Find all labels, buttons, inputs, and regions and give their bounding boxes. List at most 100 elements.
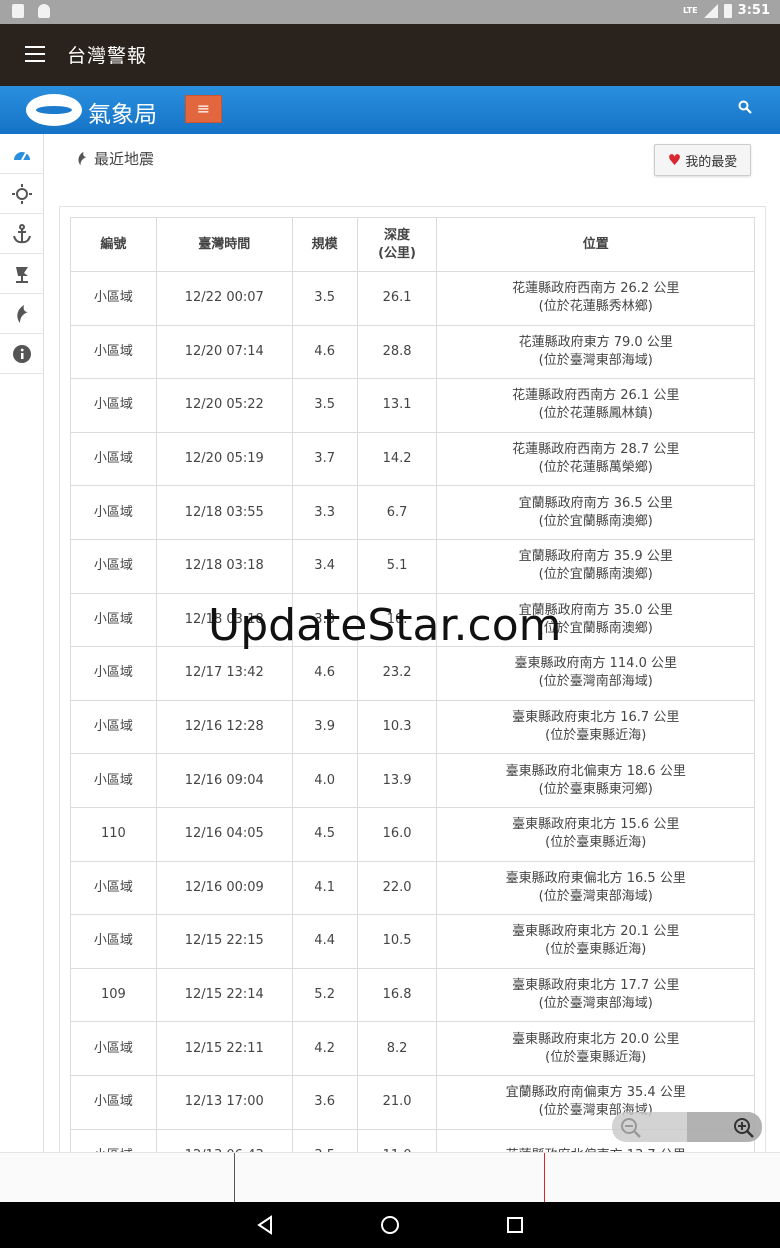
rail-typhoon[interactable] — [0, 254, 44, 294]
rail-earthquake[interactable] — [0, 294, 44, 334]
battery-icon — [723, 3, 732, 18]
cell-magnitude: 4.6 — [291, 646, 358, 701]
table-row[interactable]: 小區域 12/16 00:09 4.1 22.0 臺東縣政府東偏北方 16.5 公里 (位… — [70, 860, 755, 916]
location-description: 臺東縣政府南方 114.0 公里 — [514, 656, 677, 672]
location-description: 臺東縣政府東偏北方 16.5 公里 — [505, 870, 686, 886]
rail-dashboard[interactable] — [0, 134, 44, 174]
site-menu-button[interactable]: ≡ — [185, 95, 222, 123]
location-description: 花蓮縣政府西南方 26.2 公里 — [512, 281, 680, 297]
cell-id: 109 — [70, 967, 157, 1023]
table-row[interactable]: 110 12/16 04:05 4.5 16.0 臺東縣政府東北方 15.6 公里 (位於… — [70, 806, 755, 862]
cell-depth: 28.8 — [356, 324, 438, 380]
rail-weather[interactable] — [0, 174, 44, 214]
table-row[interactable]: 小區域 12/20 05:19 3.7 14.2 花蓮縣政府西南方 28.7 公里 (位於… — [70, 431, 755, 487]
cell-magnitude: 3.3 — [291, 485, 358, 540]
location-area: (位於宜蘭縣南澳鄉) — [538, 567, 653, 583]
col-header-id: 編號 — [70, 217, 157, 272]
cwb-logo-icon[interactable] — [26, 94, 82, 126]
cell-depth: 13.9 — [356, 753, 438, 808]
cell-time: 12/16 12:28 — [155, 699, 293, 755]
table-row[interactable]: 小區域 12/20 07:14 4.6 28.8 花蓮縣政府東方 79.0 公里 (位於臺… — [70, 324, 755, 380]
cell-magnitude: 5.2 — [291, 967, 358, 1023]
cell-time: 12/20 07:14 — [155, 324, 293, 380]
dashboard-icon — [14, 151, 30, 160]
status-bar: LTE 3:51 — [0, 0, 780, 24]
table-row[interactable]: 小區域 12/22 00:07 3.5 26.1 花蓮縣政府西南方 26.2 公里 (位於… — [70, 271, 755, 326]
signal-icon — [703, 3, 718, 18]
earthquake-icon — [17, 304, 28, 323]
cell-depth: 14.2 — [356, 431, 438, 487]
cell-magnitude: 3.5 — [291, 271, 358, 326]
cell-id: 110 — [70, 806, 157, 862]
back-icon[interactable] — [255, 1215, 275, 1235]
site-logo-text[interactable]: 氣象局 — [88, 95, 157, 129]
location-area: (位於臺東縣東河鄉) — [538, 781, 653, 797]
table-row[interactable]: 小區域 12/15 22:11 4.2 8.2 臺東縣政府東北方 20.0 公里 (位於臺… — [70, 1021, 755, 1076]
cell-time: 12/15 22:11 — [155, 1021, 293, 1076]
cell-time: 12/20 05:22 — [155, 378, 293, 433]
table-row[interactable]: 小區域 12/20 05:22 3.5 13.1 花蓮縣政府西南方 26.1 公里 (位於… — [70, 378, 755, 433]
cell-time: 12/13 06:43 — [155, 1128, 293, 1152]
cell-magnitude: 4.1 — [291, 860, 358, 916]
location-area: (位於花蓮縣秀林鄉) — [538, 299, 653, 315]
search-icon[interactable] — [738, 100, 752, 114]
cell-id: 小區域 — [70, 271, 157, 326]
zoom-in-button[interactable] — [687, 1112, 762, 1142]
location-description: 臺東縣政府東北方 15.6 公里 — [512, 817, 680, 833]
zoom-in-icon — [734, 1118, 754, 1138]
col-header-magnitude: 規模 — [291, 217, 358, 272]
cell-id: 小區域 — [70, 1021, 157, 1076]
rail-info[interactable] — [0, 334, 44, 374]
cell-depth: 23.2 — [356, 646, 438, 701]
cell-location: 宜蘭縣政府南方 36.5 公里 (位於宜蘭縣南澳鄉) — [436, 485, 755, 540]
strip-divider — [234, 1153, 235, 1203]
zoom-out-icon — [621, 1118, 641, 1138]
table-row[interactable]: 小區域 12/18 03:55 3.3 6.7 宜蘭縣政府南方 36.5 公里 (位於宜蘭… — [70, 485, 755, 540]
cell-location: 花蓮縣政府西南方 26.2 公里 (位於花蓮縣秀林鄉) — [436, 271, 755, 326]
cell-id: 小區域 — [70, 431, 157, 487]
earthquake-table-panel: 編號 臺灣時間 規模 深度 (公里) 位置 小區域 12/22 00:07 3.5 26… — [59, 206, 766, 1152]
location-description: 花蓮縣政府西南方 26.1 公里 — [512, 388, 680, 404]
cell-depth: 5.1 — [356, 538, 438, 594]
cell-time: 12/16 09:04 — [155, 753, 293, 808]
cell-magnitude: 3.9 — [291, 699, 358, 755]
location-description: 臺東縣政府北偏東方 18.6 公里 — [505, 763, 686, 779]
cell-depth: 22.0 — [356, 860, 438, 916]
cell-location: 臺東縣政府北偏東方 18.6 公里 (位於臺東縣東河鄉) — [436, 753, 755, 808]
cell-magnitude: 4.2 — [291, 1021, 358, 1076]
hamburger-menu-icon[interactable] — [25, 46, 45, 62]
depth-unit: (公里) — [378, 245, 416, 261]
cell-location: 臺東縣政府東北方 16.7 公里 (位於臺東縣近海) — [436, 699, 755, 755]
home-icon[interactable] — [380, 1215, 400, 1235]
location-description: 宜蘭縣政府南方 36.5 公里 — [518, 495, 673, 511]
cell-id: 小區域 — [70, 753, 157, 808]
site-header: 氣象局 ≡ — [0, 86, 780, 134]
location-area: (位於臺東縣近海) — [545, 728, 647, 744]
cell-id: 小區域 — [70, 646, 157, 701]
watermark: UpdateStar.com — [208, 600, 562, 651]
table-row[interactable]: 小區域 12/18 03:18 3.4 5.1 宜蘭縣政府南方 35.9 公里 (位於宜蘭… — [70, 538, 755, 594]
cell-depth: 13.1 — [356, 378, 438, 433]
rail-marine[interactable] — [0, 214, 44, 254]
location-description: 花蓮縣政府西南方 28.7 公里 — [512, 442, 680, 458]
cell-location: 臺東縣政府東偏北方 16.5 公里 (位於臺灣東部海域) — [436, 860, 755, 916]
cell-id: 小區域 — [70, 485, 157, 540]
cell-id: 小區域 — [70, 538, 157, 594]
table-row[interactable]: 小區域 12/16 12:28 3.9 10.3 臺東縣政府東北方 16.7 公里 (位於… — [70, 699, 755, 755]
table-row[interactable]: 小區域 12/16 09:04 4.0 13.9 臺東縣政府北偏東方 18.6 公里 (位… — [70, 753, 755, 808]
cell-time: 12/18 03:18 — [155, 538, 293, 594]
favorite-button[interactable]: ♥ 我的最愛 — [654, 144, 751, 176]
cell-location: 臺東縣政府東北方 20.0 公里 (位於臺東縣近海) — [436, 1021, 755, 1076]
zoom-out-button[interactable] — [612, 1112, 687, 1142]
status-time: 3:51 — [737, 3, 770, 18]
cell-depth: 6.7 — [356, 485, 438, 540]
table-row[interactable]: 109 12/15 22:14 5.2 16.8 臺東縣政府東北方 17.7 公里 (位於… — [70, 967, 755, 1023]
android-nav-bar — [0, 1202, 780, 1248]
cell-magnitude: 4.5 — [291, 806, 358, 862]
recents-icon[interactable] — [506, 1215, 524, 1235]
location-area: (位於臺東縣近海) — [545, 942, 647, 958]
location-description: 臺東縣政府東北方 17.7 公里 — [512, 978, 680, 994]
table-row[interactable]: 小區域 12/17 13:42 4.6 23.2 臺東縣政府南方 114.0 公里 (位於… — [70, 646, 755, 701]
location-description: 宜蘭縣政府南偏東方 35.4 公里 — [505, 1085, 686, 1101]
table-row[interactable]: 小區域 12/15 22:15 4.4 10.5 臺東縣政府東北方 20.1 公里 (位於… — [70, 914, 755, 969]
